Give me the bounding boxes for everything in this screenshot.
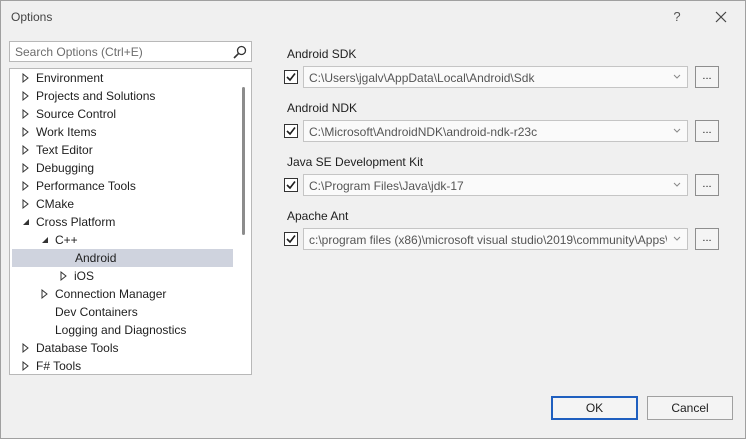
tree-item-label: CMake: [36, 197, 75, 211]
tree-item-ios[interactable]: iOS: [18, 267, 233, 285]
tree-item-label: iOS: [74, 269, 95, 283]
expand-arrow-icon[interactable]: [21, 177, 31, 195]
apache-ant-label: Apache Ant: [287, 209, 349, 223]
tree-item-work-items[interactable]: Work Items: [18, 123, 233, 141]
expand-arrow-icon[interactable]: [40, 285, 50, 303]
title-bar: Options ?: [1, 1, 745, 33]
tree-item-label: Cross Platform: [36, 215, 116, 229]
tree-item-label: Connection Manager: [55, 287, 167, 301]
tree-item-performance-tools[interactable]: Performance Tools: [18, 177, 233, 195]
search-icon[interactable]: [232, 44, 248, 60]
expand-arrow-icon[interactable]: [21, 339, 31, 357]
jdk-path[interactable]: C:\Program Files\Java\jdk-17: [309, 179, 667, 193]
checkmark-icon: [286, 235, 296, 244]
android-sdk-label: Android SDK: [287, 47, 357, 61]
close-icon: [715, 11, 727, 23]
chevron-down-icon[interactable]: [673, 182, 681, 188]
tree-item-debugging[interactable]: Debugging: [18, 159, 233, 177]
tree-item-label: C++: [55, 233, 78, 247]
expand-arrow-icon[interactable]: [21, 69, 31, 87]
expand-arrow-icon[interactable]: [21, 105, 31, 123]
tree-item-label: Environment: [36, 71, 104, 85]
android-sdk-path[interactable]: C:\Users\jgalv\AppData\Local\Android\Sdk: [309, 71, 667, 85]
android-ndk-path-combo[interactable]: C:\Microsoft\AndroidNDK\android-ndk-r23c: [303, 120, 688, 142]
tree-item-label: Debugging: [36, 161, 95, 175]
expand-arrow-icon[interactable]: [59, 267, 69, 285]
tree-item-label: Android: [75, 251, 117, 265]
jdk-path-combo[interactable]: C:\Program Files\Java\jdk-17: [303, 174, 688, 196]
tree-item-cross-platform[interactable]: Cross Platform: [18, 213, 233, 231]
tree-item-environment[interactable]: Environment: [18, 69, 233, 87]
tree-item-database-tools[interactable]: Database Tools: [18, 339, 233, 357]
tree-item-connection-manager[interactable]: Connection Manager: [18, 285, 233, 303]
android-ndk-browse-button[interactable]: ...: [695, 120, 719, 142]
android-ndk-path[interactable]: C:\Microsoft\AndroidNDK\android-ndk-r23c: [309, 125, 667, 139]
apache-ant-checkbox[interactable]: [284, 232, 298, 246]
tree-item-label: Work Items: [36, 125, 97, 139]
tree-item-android[interactable]: Android: [12, 249, 233, 267]
collapse-arrow-icon[interactable]: [40, 231, 50, 249]
tree-item-label: Database Tools: [36, 341, 119, 355]
chevron-down-icon[interactable]: [673, 128, 681, 134]
android-sdk-checkbox[interactable]: [284, 70, 298, 84]
options-dialog: Options ? Search Options (Ctrl+E) Enviro…: [0, 0, 746, 439]
chevron-down-icon[interactable]: [673, 74, 681, 80]
expand-arrow-icon[interactable]: [21, 357, 31, 375]
dialog-title: Options: [11, 10, 53, 24]
tree-item-label: Source Control: [36, 107, 117, 121]
search-input[interactable]: Search Options (Ctrl+E): [15, 45, 143, 59]
android-sdk-browse-button[interactable]: ...: [695, 66, 719, 88]
tree-item-label: Projects and Solutions: [36, 89, 156, 103]
jdk-checkbox[interactable]: [284, 178, 298, 192]
android-ndk-label: Android NDK: [287, 101, 358, 115]
checkmark-icon: [286, 127, 296, 136]
tree-item-label: Logging and Diagnostics: [55, 323, 187, 337]
search-options-box[interactable]: Search Options (Ctrl+E): [9, 41, 252, 62]
tree-scrollbar-thumb[interactable]: [242, 87, 245, 235]
tree-item-logging-and-diagnostics[interactable]: Logging and Diagnostics: [18, 321, 233, 339]
ok-button[interactable]: OK: [551, 396, 638, 420]
android-sdk-path-combo[interactable]: C:\Users\jgalv\AppData\Local\Android\Sdk: [303, 66, 688, 88]
tree-item-dev-containers[interactable]: Dev Containers: [18, 303, 233, 321]
checkmark-icon: [286, 73, 296, 82]
checkmark-icon: [286, 181, 296, 190]
apache-ant-path-combo[interactable]: c:\program files (x86)\microsoft visual …: [303, 228, 688, 250]
tree-item-projects-and-solutions[interactable]: Projects and Solutions: [18, 87, 233, 105]
expand-arrow-icon[interactable]: [21, 159, 31, 177]
jdk-label: Java SE Development Kit: [287, 155, 424, 169]
tree-item-source-control[interactable]: Source Control: [18, 105, 233, 123]
tree-item-fsharp-tools[interactable]: F# Tools: [18, 357, 233, 375]
jdk-browse-button[interactable]: ...: [695, 174, 719, 196]
expand-arrow-icon[interactable]: [21, 141, 31, 159]
tree-item-text-editor[interactable]: Text Editor: [18, 141, 233, 159]
cancel-button[interactable]: Cancel: [647, 396, 733, 420]
apache-ant-path[interactable]: c:\program files (x86)\microsoft visual …: [309, 233, 667, 247]
collapse-arrow-icon[interactable]: [21, 213, 31, 231]
help-button[interactable]: ?: [665, 5, 689, 29]
expand-arrow-icon[interactable]: [21, 87, 31, 105]
apache-ant-browse-button[interactable]: ...: [695, 228, 719, 250]
expand-arrow-icon[interactable]: [21, 123, 31, 141]
tree-item-label: Dev Containers: [55, 305, 138, 319]
tree-item-cpp[interactable]: C++: [18, 231, 233, 249]
tree-item-label: Performance Tools: [36, 179, 136, 193]
options-tree[interactable]: Environment Projects and Solutions Sourc…: [9, 68, 252, 375]
tree-item-label: F# Tools: [36, 359, 82, 373]
tree-item-label: Text Editor: [36, 143, 93, 157]
close-button[interactable]: [707, 5, 735, 29]
expand-arrow-icon[interactable]: [21, 195, 31, 213]
chevron-down-icon[interactable]: [673, 236, 681, 242]
tree-item-cmake[interactable]: CMake: [18, 195, 233, 213]
android-ndk-checkbox[interactable]: [284, 124, 298, 138]
